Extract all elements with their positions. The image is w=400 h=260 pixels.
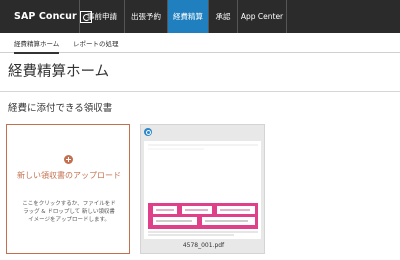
upload-receipt-card[interactable]: 新しい領収書のアップロード ここをクリックするか、ファイルをドラッグ & ドロッ… [6,124,130,254]
nav-item-app-center[interactable]: App Center [238,0,286,33]
section-divider [0,91,400,92]
tab-expense-home[interactable]: 経費精算ホーム [14,38,60,54]
nav-item-approvals[interactable]: 承認 [209,0,237,33]
receipt-thumbnail-card[interactable]: 4578_001.pdf [140,124,265,254]
nav-item-request[interactable]: 事前申請 [80,0,124,33]
nav-item-travel[interactable]: 出張予約 [125,0,167,33]
receipt-filename: 4578_001.pdf [182,242,225,249]
logo-text: SAP Concur [14,11,77,22]
tab-process-reports[interactable]: レポートの処理 [73,38,119,48]
nav-separator [286,0,287,33]
upload-receipt-label: 新しい領収書のアップロード [17,171,121,180]
top-navigation-bar: SAP Concur 事前申請 出張予約 経費精算 承認 App Center [0,0,400,33]
page-title: 経費精算ホーム [8,64,110,80]
zoom-icon[interactable] [144,128,152,136]
section-title: 経費に添付できる領収書 [8,103,113,114]
receipt-thumbnail-image [144,141,261,239]
nav-item-expense[interactable]: 経費精算 [168,0,208,33]
add-circle-icon [64,155,73,164]
sub-navigation-bar: 経費精算ホーム レポートの処理 [0,33,400,54]
upload-help-text: ここをクリックするか、ファイルをドラッグ & ドロップして 新しい領収書イメージ… [22,201,116,223]
